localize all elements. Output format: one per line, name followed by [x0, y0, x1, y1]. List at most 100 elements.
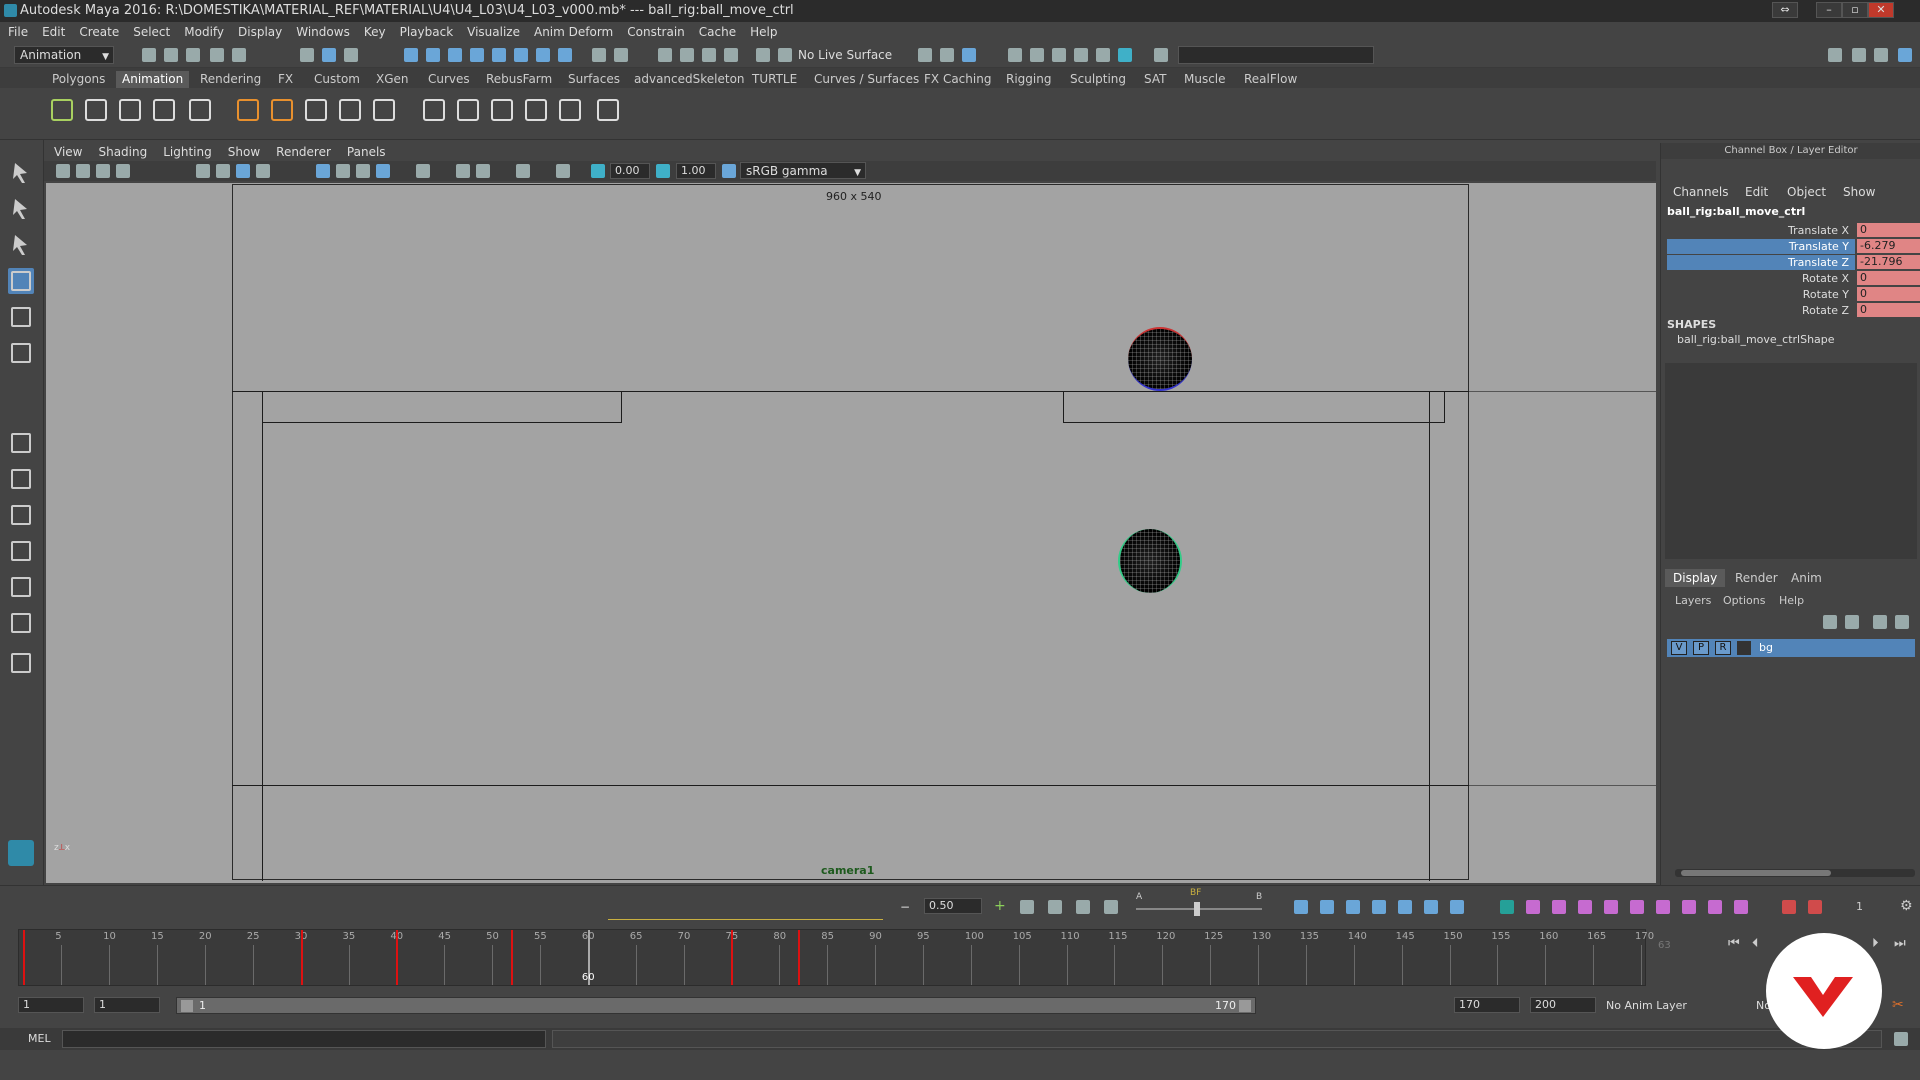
gamma-icon[interactable] — [654, 162, 672, 180]
shelf-tab-animation[interactable]: Animation — [116, 71, 190, 88]
paint-select-icon[interactable] — [8, 232, 34, 258]
quick-select-field[interactable] — [1178, 46, 1374, 64]
live-icon[interactable] — [656, 46, 674, 64]
shape-node-name[interactable]: ball_rig:ball_move_ctrlShape — [1677, 333, 1835, 346]
snap-curve-icon[interactable] — [424, 46, 442, 64]
twist-deformer-icon[interactable] — [556, 96, 584, 124]
render-frame-icon[interactable] — [938, 46, 956, 64]
cb-menu-channels[interactable]: Channels — [1673, 185, 1729, 199]
minus-icon[interactable]: − — [900, 900, 910, 914]
weighted-tangent-icon[interactable] — [1654, 898, 1672, 916]
move-layer-down-icon[interactable] — [1843, 613, 1861, 631]
snap-grid-icon[interactable] — [402, 46, 420, 64]
snap-vertex-icon[interactable] — [512, 46, 530, 64]
lasso-tool-icon[interactable] — [8, 196, 34, 222]
menu-edit[interactable]: Edit — [42, 25, 65, 39]
color-space-dropdown[interactable]: sRGB gamma ▼ — [740, 162, 866, 179]
swap-buffer-icon[interactable] — [1524, 898, 1542, 916]
layer-menu-help[interactable]: Help — [1779, 594, 1804, 607]
menu-set-dropdown[interactable]: Animation ▼ — [14, 46, 114, 64]
layer-row-bg[interactable]: V P R bg — [1667, 639, 1915, 657]
custom-layout-icon[interactable] — [8, 650, 34, 676]
isolate-icon[interactable] — [514, 162, 532, 180]
attr-value[interactable]: 0 — [1857, 271, 1920, 285]
layer-visibility-toggle[interactable]: V — [1671, 641, 1687, 655]
snap-pivot-icon[interactable] — [534, 46, 552, 64]
ik-handle-icon[interactable] — [268, 96, 296, 124]
shelf-tab-rendering[interactable]: Rendering — [194, 71, 267, 88]
cb-menu-object[interactable]: Object — [1787, 185, 1826, 199]
resize-button[interactable]: ⇔ — [1772, 2, 1798, 18]
panel-menu-show[interactable]: Show — [228, 145, 260, 159]
command-input[interactable] — [62, 1030, 546, 1048]
insert-key-icon[interactable] — [1706, 898, 1724, 916]
resolution-gate-icon[interactable] — [234, 162, 252, 180]
menu-playback[interactable]: Playback — [400, 25, 454, 39]
layer-tab-render[interactable]: Render — [1727, 569, 1786, 587]
layer-tab-anim[interactable]: Anim — [1783, 569, 1830, 587]
keyframe-marker[interactable] — [396, 930, 399, 985]
menu-visualize[interactable]: Visualize — [467, 25, 520, 39]
select-object-icon[interactable] — [320, 46, 338, 64]
live-surface-label[interactable]: No Live Surface — [798, 48, 892, 62]
layer-playback-toggle[interactable]: P — [1693, 641, 1709, 655]
layer-scroll-thumb[interactable] — [1681, 870, 1831, 876]
panel-menu-lighting[interactable]: Lighting — [163, 145, 212, 159]
two-panel-icon[interactable] — [8, 610, 34, 636]
undo-icon[interactable] — [208, 46, 226, 64]
go-start-icon[interactable]: ⏮ — [1728, 936, 1740, 951]
shelf-tab-realflow[interactable]: RealFlow — [1238, 71, 1303, 88]
panel-menu-shading[interactable]: Shading — [98, 145, 147, 159]
shelf-tab-turtle[interactable]: TURTLE — [746, 71, 803, 88]
panel-menu-view[interactable]: View — [54, 145, 82, 159]
menu-help[interactable]: Help — [750, 25, 777, 39]
anim-start-field[interactable]: 1 — [18, 997, 84, 1013]
move-layer-up-icon[interactable] — [1821, 613, 1839, 631]
four-view-icon[interactable] — [8, 466, 34, 492]
anim-end-field[interactable]: 200 — [1530, 997, 1596, 1013]
squash-deformer-icon[interactable] — [522, 96, 550, 124]
snap-surface-icon[interactable] — [490, 46, 508, 64]
persp-graph-icon[interactable] — [8, 538, 34, 564]
attr-value[interactable]: -6.279 — [1857, 239, 1920, 253]
script-editor-icon[interactable] — [1892, 1030, 1910, 1048]
camera-select-icon[interactable] — [54, 162, 72, 180]
menu-file[interactable]: File — [8, 25, 28, 39]
attr-value[interactable]: 0 — [1857, 303, 1920, 317]
key-tangent-icon[interactable] — [1018, 898, 1036, 916]
gate-mask-icon[interactable] — [254, 162, 272, 180]
menu-cache[interactable]: Cache — [699, 25, 736, 39]
lock-icon[interactable] — [590, 46, 608, 64]
keyframe-marker[interactable] — [798, 930, 801, 985]
menu-display[interactable]: Display — [238, 25, 282, 39]
breakdown-icon[interactable] — [1046, 898, 1064, 916]
layer-menu-options[interactable]: Options — [1723, 594, 1765, 607]
symmetry-icon[interactable] — [722, 46, 740, 64]
shelf-tab-muscle[interactable]: Muscle — [1178, 71, 1232, 88]
point-constraint-icon[interactable] — [336, 96, 364, 124]
free-tangent-icon[interactable] — [1602, 898, 1620, 916]
shelf-tab-sat[interactable]: SAT — [1138, 71, 1172, 88]
modeling-toolkit-icon[interactable] — [1826, 46, 1844, 64]
plus-icon[interactable]: + — [994, 898, 1006, 914]
keyframe-marker[interactable] — [511, 930, 514, 985]
plateau-tangent-icon[interactable] — [1422, 898, 1440, 916]
menu-modify[interactable]: Modify — [184, 25, 224, 39]
time-side-field[interactable]: 63 — [1658, 940, 1671, 951]
auto-key-icon[interactable]: ✂ — [1892, 997, 1904, 1013]
cluster-icon[interactable] — [454, 96, 482, 124]
shelf-tab-curves[interactable]: Curves — [422, 71, 476, 88]
unify-tangent-icon[interactable] — [1576, 898, 1594, 916]
minimize-button[interactable]: – — [1816, 2, 1842, 18]
history-icon[interactable] — [612, 46, 630, 64]
step-forward-icon[interactable]: ⏵ — [1872, 936, 1879, 951]
wireframe-icon[interactable] — [314, 162, 332, 180]
attr-rotate-x[interactable]: Rotate X 0 — [1667, 271, 1920, 286]
go-end-icon[interactable]: ⏭ — [1894, 936, 1906, 951]
render-view-icon[interactable] — [1050, 46, 1068, 64]
range-slider[interactable]: 1 170 — [176, 997, 1256, 1014]
new-scene-icon[interactable] — [140, 46, 158, 64]
layer-scrollbar[interactable] — [1675, 869, 1915, 877]
select-tool-icon[interactable] — [8, 160, 34, 186]
scale-tool-icon[interactable] — [8, 340, 34, 366]
